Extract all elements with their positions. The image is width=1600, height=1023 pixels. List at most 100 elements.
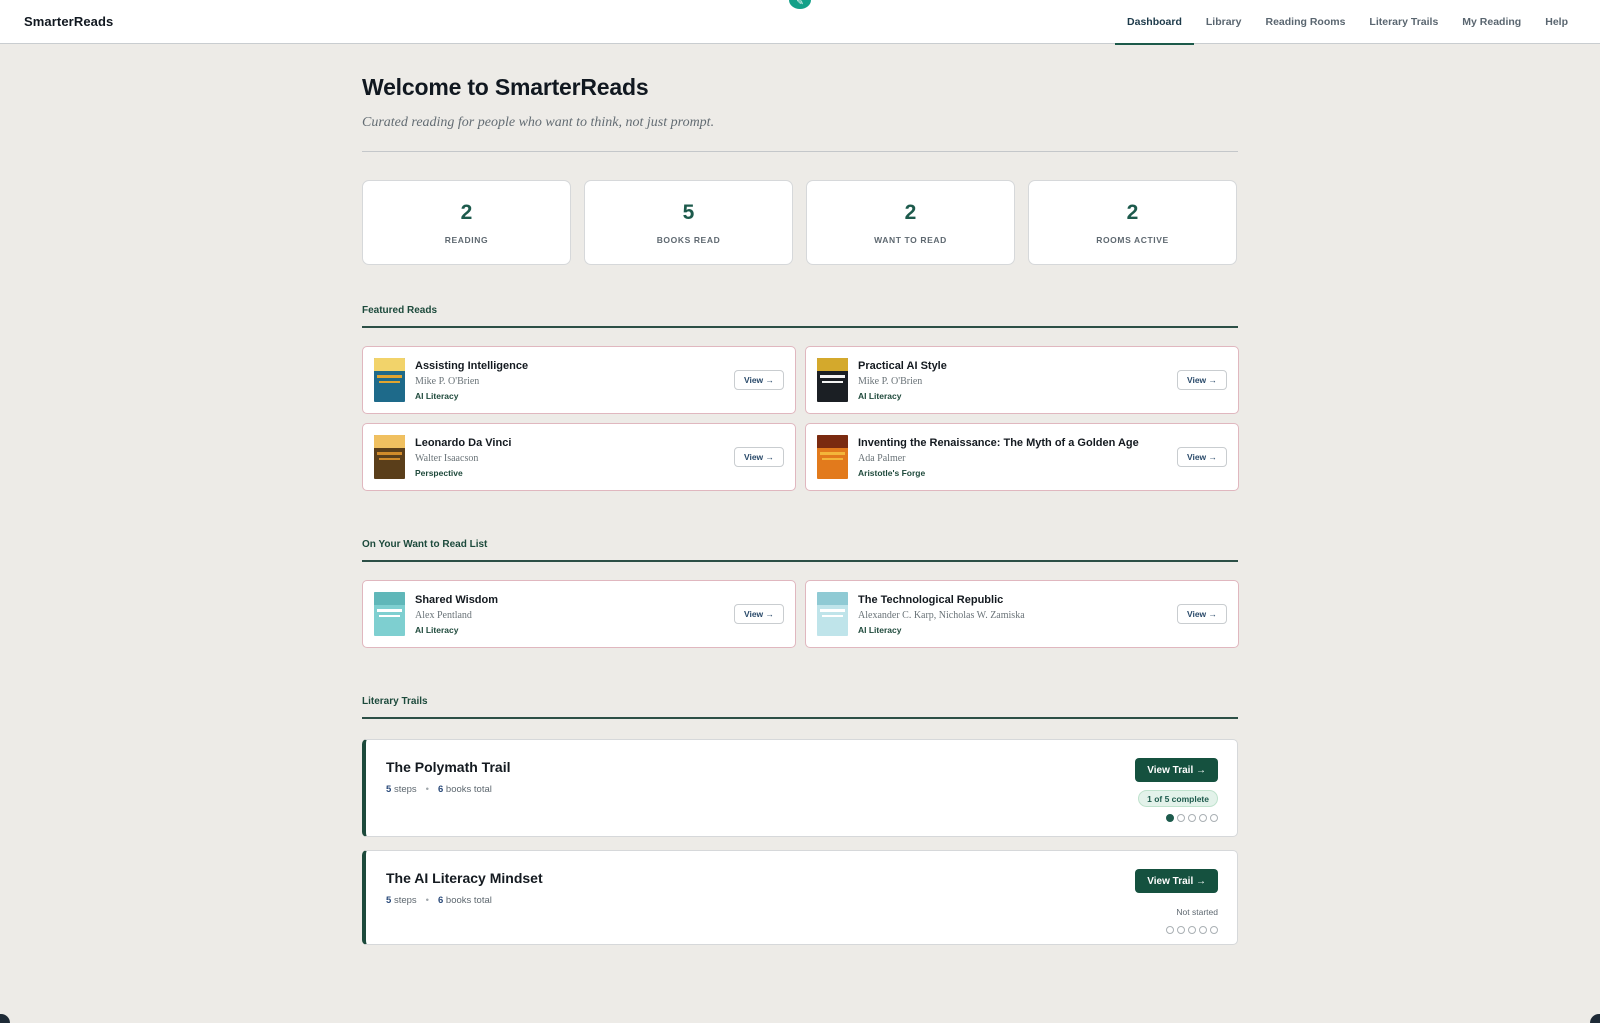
step-pending-dot [1210,926,1218,934]
nav-library[interactable]: Library [1194,0,1254,44]
trail-steps-count: 5 [386,895,392,906]
book-author: Ada Palmer [858,452,906,464]
title-divider [362,151,1238,152]
book-tag: AI Literacy [858,624,902,635]
view-trail-button[interactable]: View Trail → [1135,758,1218,782]
book-info: Leonardo Da Vinci Walter Isaacson Perspe… [415,437,734,478]
trail-info: The Polymath Trail 5 steps • 6 books tot… [386,758,510,836]
book-title[interactable]: Assisting Intelligence [415,360,734,372]
nav-help[interactable]: Help [1533,0,1580,44]
book-tag: Aristotle's Forge [858,467,926,478]
page-subtitle: Curated reading for people who want to t… [362,115,715,130]
book-card[interactable]: Assisting Intelligence Mike P. O'Brien A… [362,346,796,414]
book-title[interactable]: Shared Wisdom [415,594,734,606]
book-card[interactable]: Practical AI Style Mike P. O'Brien AI Li… [805,346,1239,414]
view-book-button[interactable]: View → [1177,604,1227,624]
nav-dashboard[interactable]: Dashboard [1115,0,1194,45]
page-title: Welcome to SmarterReads [362,74,649,100]
book-card[interactable]: The Technological Republic Alexander C. … [805,580,1239,648]
trail-progress-badge: 1 of 5 complete [1138,790,1218,807]
stat-label: ROOMS ACTIVE [1096,234,1169,245]
book-tag: AI Literacy [415,390,459,401]
trail-books-label: books total [445,784,492,795]
step-pending-dot [1188,814,1196,822]
trail-info: The AI Literacy Mindset 5 steps • 6 book… [386,869,543,944]
nav-literary-trails[interactable]: Literary Trails [1357,0,1450,44]
dashboard-main: Welcome to SmarterReads Curated reading … [362,44,1239,945]
trail-progress-status: Not started [1176,907,1218,917]
step-pending-dot [1210,814,1218,822]
stat-value: 5 [682,200,695,224]
book-card[interactable]: Leonardo Da Vinci Walter Isaacson Perspe… [362,423,796,491]
view-trail-button[interactable]: View Trail → [1135,869,1218,893]
stats-row: 2 READING 5 BOOKS READ 2 WANT TO READ 2 … [362,180,1238,265]
book-cover [374,358,405,402]
book-title[interactable]: Leonardo Da Vinci [415,437,734,449]
trail-books-label: books total [445,895,492,906]
book-cover [817,358,848,402]
trail-books-count: 6 [437,784,444,795]
stat-label: WANT TO READ [874,234,947,245]
trail-title[interactable]: The Polymath Trail [386,759,510,775]
trail-books-count: 6 [437,895,444,906]
step-pending-dot [1199,926,1207,934]
book-card[interactable]: Inventing the Renaissance: The Myth of a… [805,423,1239,491]
step-pending-dot [1177,926,1185,934]
stat-rooms-active[interactable]: 2 ROOMS ACTIVE [1028,180,1237,265]
book-cover [374,435,405,479]
book-author: Mike P. O'Brien [858,375,923,387]
book-author: Mike P. O'Brien [415,375,480,387]
book-cover [374,592,405,636]
book-info: Shared Wisdom Alex Pentland AI Literacy [415,594,734,635]
book-cover [817,435,848,479]
book-cover [817,592,848,636]
book-info: Inventing the Renaissance: The Myth of a… [858,437,1177,478]
trail-steps-count: 5 [386,784,392,795]
trail-actions: View Trail → 1 of 5 complete [1135,758,1218,836]
step-pending-dot [1199,814,1207,822]
meta-separator: • [425,895,429,906]
trail-card[interactable]: The Polymath Trail 5 steps • 6 books tot… [362,739,1238,837]
step-pending-dot [1188,926,1196,934]
book-info: Practical AI Style Mike P. O'Brien AI Li… [858,360,1177,401]
nav-reading-rooms[interactable]: Reading Rooms [1253,0,1357,44]
nav-my-reading[interactable]: My Reading [1450,0,1533,44]
book-author: Walter Isaacson [415,452,479,464]
stat-books-read[interactable]: 5 BOOKS READ [584,180,793,265]
trail-steps-label: steps [393,784,417,795]
book-title[interactable]: Inventing the Renaissance: The Myth of a… [858,437,1177,449]
view-book-button[interactable]: View → [734,370,784,390]
book-info: Assisting Intelligence Mike P. O'Brien A… [415,360,734,401]
view-book-button[interactable]: View → [734,604,784,624]
stat-want-to-read[interactable]: 2 WANT TO READ [806,180,1015,265]
featured-reads-heading: Featured Reads [362,305,1238,328]
trail-progress-dots [1166,814,1218,822]
nav-links: Dashboard Library Reading Rooms Literary… [1115,0,1580,45]
book-title[interactable]: The Technological Republic [858,594,1177,606]
trail-title[interactable]: The AI Literacy Mindset [386,870,543,886]
brand-logo[interactable]: SmarterReads [24,14,113,29]
view-book-button[interactable]: View → [1177,370,1227,390]
book-title[interactable]: Practical AI Style [858,360,1177,372]
stat-reading[interactable]: 2 READING [362,180,571,265]
want-to-read-heading: On Your Want to Read List [362,539,1238,562]
stat-value: 2 [460,200,473,224]
book-tag: AI Literacy [858,390,902,401]
trail-actions: View Trail → Not started [1135,869,1218,944]
trail-card[interactable]: The AI Literacy Mindset 5 steps • 6 book… [362,850,1238,945]
trail-steps-label: steps [393,895,417,906]
trail-list: The Polymath Trail 5 steps • 6 books tot… [362,739,1238,945]
literary-trails-heading: Literary Trails [362,696,1238,719]
view-book-button[interactable]: View → [1177,447,1227,467]
book-author: Alexander C. Karp, Nicholas W. Zamiska [858,609,1025,621]
step-pending-dot [1166,926,1174,934]
stat-label: READING [444,234,489,245]
want-to-read-grid: Shared Wisdom Alex Pentland AI Literacy … [362,580,1239,648]
stat-value: 2 [904,200,917,224]
view-book-button[interactable]: View → [734,447,784,467]
book-card[interactable]: Shared Wisdom Alex Pentland AI Literacy … [362,580,796,648]
book-author: Alex Pentland [415,609,472,621]
featured-reads-grid: Assisting Intelligence Mike P. O'Brien A… [362,346,1239,491]
book-tag: Perspective [415,467,463,478]
window-corner [1590,1014,1600,1023]
